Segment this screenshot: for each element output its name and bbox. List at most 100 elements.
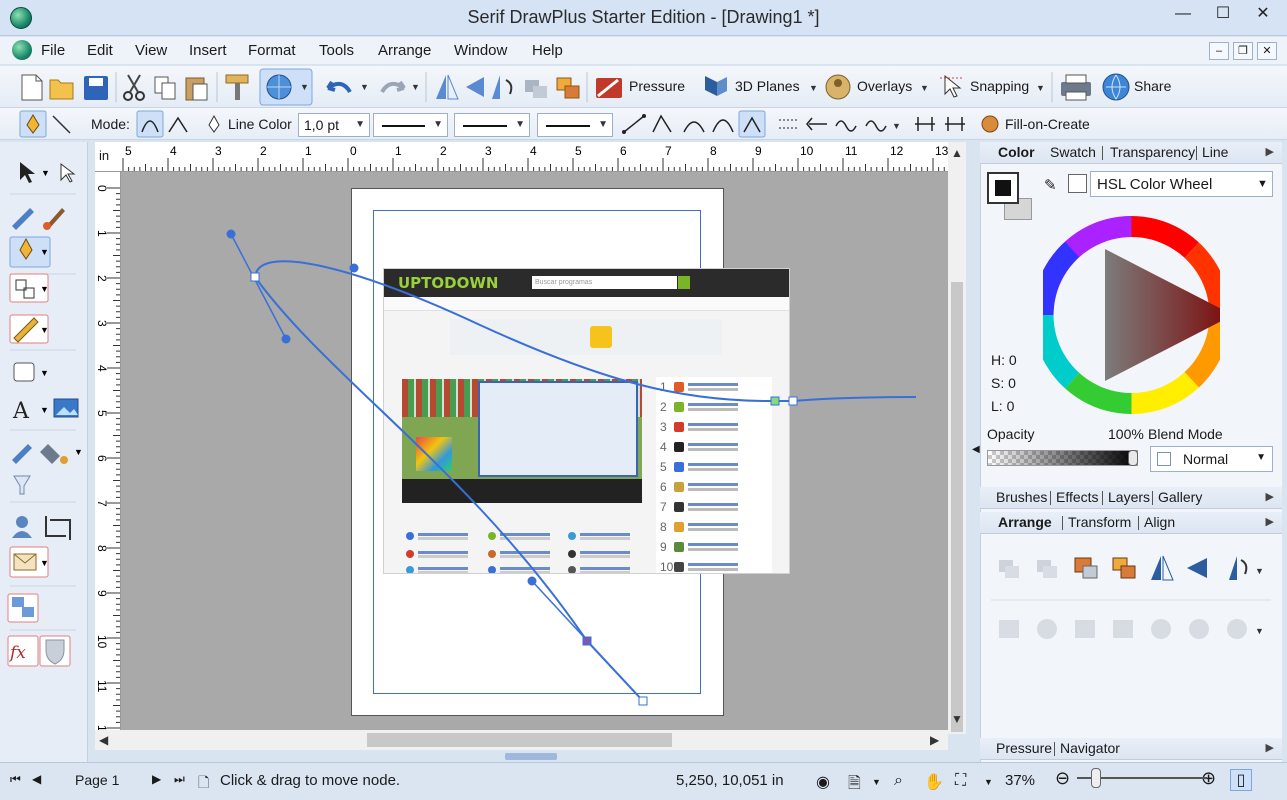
ruler-label: 7 <box>95 500 109 507</box>
snapping-button[interactable]: Snapping <box>970 78 1029 94</box>
3d-planes-icon <box>705 76 727 96</box>
menu-edit[interactable]: Edit <box>87 42 113 59</box>
tab-transform[interactable]: Transform <box>1068 514 1131 530</box>
scroll-down-icon[interactable]: ▼ <box>951 712 963 726</box>
tab-effects[interactable]: Effects <box>1056 489 1099 505</box>
panel-menu-icon[interactable]: ▶ <box>1266 145 1274 158</box>
menu-insert[interactable]: Insert <box>189 42 227 59</box>
new-document-icon <box>21 74 43 101</box>
blend-mode-dropdown[interactable]: Normal ▼ <box>1150 446 1273 472</box>
document-menu-icon[interactable] <box>12 40 32 60</box>
chevron-down-icon[interactable]: ▼ <box>872 777 881 787</box>
image-tool-icon <box>53 398 79 418</box>
tab-layers[interactable]: Layers <box>1108 489 1150 505</box>
panel-menu-icon[interactable]: ▶ <box>1266 490 1274 503</box>
copy-icon <box>154 76 176 100</box>
menu-bar: File Edit View Insert Format Tools Arran… <box>0 37 1287 64</box>
menu-file[interactable]: File <box>41 42 65 59</box>
minimize-button[interactable]: — <box>1163 0 1203 30</box>
redo-icon <box>380 80 406 94</box>
menu-format[interactable]: Format <box>248 42 296 59</box>
prev-page-icon[interactable]: ◀ <box>32 772 41 786</box>
tab-brushes[interactable]: Brushes <box>996 489 1047 505</box>
sharp-mode-icon <box>168 116 188 133</box>
line-join-dropdown[interactable]: ▼ <box>537 113 613 137</box>
opacity-slider[interactable] <box>987 450 1138 466</box>
line-color-button[interactable]: Line Color <box>228 116 292 132</box>
doc-minimize-button[interactable]: – <box>1209 42 1229 60</box>
zoom-slider-knob[interactable] <box>1091 768 1101 788</box>
chevron-down-icon: ▼ <box>1257 178 1268 190</box>
tab-line[interactable]: Line <box>1202 144 1228 160</box>
tab-color[interactable]: Color <box>998 144 1035 160</box>
rank-number: 3 <box>660 420 667 434</box>
next-page-icon[interactable]: ▶ <box>152 772 161 786</box>
svg-text:▼: ▼ <box>41 168 50 178</box>
3d-planes-button[interactable]: 3D Planes <box>735 78 800 94</box>
horizontal-scrollbar[interactable] <box>95 730 948 750</box>
first-page-icon[interactable]: ⏮ <box>10 772 21 787</box>
title-bar: Serif DrawPlus Starter Edition - [Drawin… <box>0 0 1287 36</box>
tab-navigator[interactable]: Navigator <box>1060 740 1120 756</box>
ruler-label: 5 <box>575 144 582 158</box>
scroll-thumb[interactable] <box>951 282 963 732</box>
page-indicator[interactable]: Page 1 <box>75 772 119 788</box>
zoom-out-icon[interactable]: ⊖ <box>1055 768 1070 789</box>
ruler-label: 0 <box>350 144 357 158</box>
chevron-down-icon: ▼ <box>598 119 608 130</box>
panel-menu-icon[interactable]: ▶ <box>1266 741 1274 754</box>
horizontal-ruler[interactable]: in 5432101234567891011121314 <box>95 142 948 172</box>
tab-arrange[interactable]: Arrange <box>998 514 1052 530</box>
share-button[interactable]: Share <box>1134 78 1171 94</box>
view-icon[interactable]: ◉ <box>816 772 830 792</box>
line-style-dropdown[interactable]: ▼ <box>373 113 448 137</box>
order-back-icon <box>525 80 547 98</box>
pressure-button[interactable]: Pressure <box>629 78 685 94</box>
maximize-button[interactable]: ☐ <box>1203 0 1243 30</box>
page-view-icon[interactable]: 🗎 <box>848 772 861 799</box>
menu-tools[interactable]: Tools <box>319 42 354 59</box>
scroll-thumb[interactable] <box>367 733 672 747</box>
hsl-color-wheel[interactable] <box>1043 215 1220 415</box>
ruler-label: 2 <box>260 144 267 158</box>
tab-pressure[interactable]: Pressure <box>996 740 1052 756</box>
placed-image[interactable]: UPTODOWN Buscar programas 1 2 3 4 5 6 7 … <box>383 268 790 574</box>
menu-arrange[interactable]: Arrange <box>378 42 431 59</box>
line-cap-dropdown[interactable]: ▼ <box>454 113 530 137</box>
overlays-button[interactable]: Overlays <box>857 78 912 94</box>
arrange-buttons: ▼ ▼ <box>991 555 1271 639</box>
menu-view[interactable]: View <box>135 42 167 59</box>
vertical-ruler[interactable]: 0123456789101112 <box>95 172 121 734</box>
eyedropper-icon[interactable]: ✎ <box>1044 176 1057 194</box>
tab-gallery[interactable]: Gallery <box>1158 489 1202 505</box>
doc-close-button[interactable]: ✕ <box>1257 42 1277 60</box>
menu-help[interactable]: Help <box>532 42 563 59</box>
menu-window[interactable]: Window <box>454 42 507 59</box>
line-width-dropdown[interactable]: 1,0 pt ▼ <box>298 113 370 137</box>
opacity-slider-knob[interactable] <box>1128 450 1138 466</box>
ruler-label: 1 <box>395 144 402 158</box>
doc-restore-button[interactable]: ❐ <box>1233 42 1253 60</box>
zoom-level[interactable]: 37% <box>1005 772 1035 789</box>
scroll-right-icon[interactable]: ▶ <box>930 733 939 747</box>
zoom-tool-icon[interactable]: ⌕ <box>894 772 903 790</box>
rank-number: 2 <box>660 400 667 414</box>
fill-on-create-button[interactable]: Fill-on-Create <box>1005 116 1090 132</box>
vertical-scrollbar[interactable] <box>948 142 966 734</box>
full-page-icon[interactable]: ▯ <box>1230 769 1252 791</box>
no-color-swatch[interactable] <box>1068 174 1087 193</box>
panel-splitter[interactable] <box>505 753 557 760</box>
collapse-panel-icon[interactable]: ◀ <box>972 444 980 455</box>
tab-swatch[interactable]: Swatch <box>1050 144 1096 160</box>
tab-transparency[interactable]: Transparency <box>1110 144 1195 160</box>
line-color-swatch[interactable] <box>987 172 1019 204</box>
scroll-left-icon[interactable]: ◀ <box>99 733 108 747</box>
chevron-down-icon[interactable]: ▼ <box>984 777 993 787</box>
close-button[interactable]: ✕ <box>1243 0 1283 30</box>
zoom-fit-icon[interactable]: ⛶ <box>955 772 966 790</box>
panel-menu-icon[interactable]: ▶ <box>1266 515 1274 528</box>
hand-tool-icon[interactable]: ✋ <box>924 772 944 792</box>
tab-align[interactable]: Align <box>1144 514 1175 530</box>
scroll-up-icon[interactable]: ▲ <box>951 146 963 160</box>
last-page-icon[interactable]: ⏭ <box>174 772 185 787</box>
